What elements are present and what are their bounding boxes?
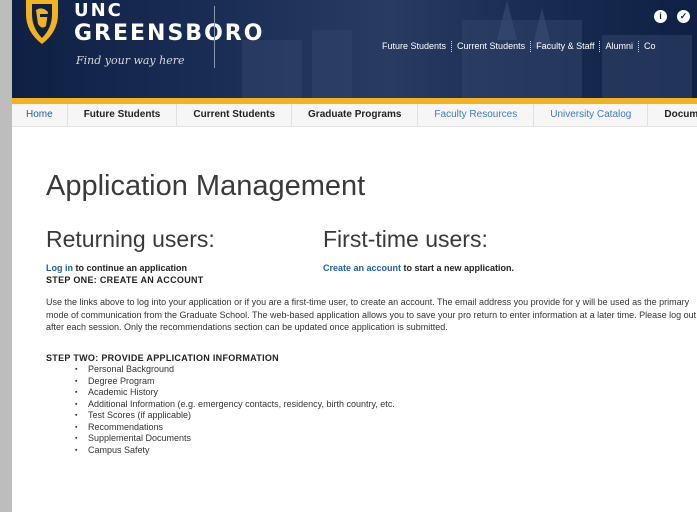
list-item: Campus Safety [75,445,395,457]
list-item: Recommendations [75,422,395,434]
logo-unc-text[interactable]: UNC [74,2,123,20]
main-nav: Home Future Students Current Students Gr… [12,104,697,127]
list-item: Personal Background [75,364,395,376]
list-item: Degree Program [75,376,395,388]
logo-tagline: Find your way here [76,54,185,67]
login-rest-text: to continue an application [73,263,188,273]
nav-university-catalog[interactable]: University Catalog [534,104,647,126]
firsttime-users-heading: First-time users: [323,226,488,252]
step-one-label: STEP ONE: CREATE AN ACCOUNT [46,275,204,285]
login-line: Log in to continue an application [46,263,187,273]
list-item: Supplemental Documents [75,433,395,445]
nav-current-students[interactable]: Current Students [177,104,291,126]
info-icon[interactable]: i [654,10,667,23]
nav-faculty-resources[interactable]: Faculty Resources [418,104,533,126]
step-two-label: STEP TWO: PROVIDE APPLICATION INFORMATIO… [46,353,279,363]
toplink-future-students[interactable]: Future Students [377,41,451,52]
toplink-more[interactable]: Co [639,41,661,52]
page-title: Application Management [46,170,366,202]
list-item: Academic History [75,387,395,399]
application-sections-list: Personal Background Degree Program Acade… [48,364,395,456]
toplink-current-students[interactable]: Current Students [452,41,530,52]
logo-greensboro-text[interactable]: GREENSBORO [74,22,264,46]
toplink-alumni[interactable]: Alumni [600,41,638,52]
left-edge-bar [0,0,12,512]
list-item: Additional Information (e.g. emergency c… [75,399,395,411]
spartan-logo-icon[interactable] [20,0,64,48]
returning-users-heading: Returning users: [46,226,215,252]
nav-documents[interactable]: Docume [648,104,697,126]
nav-home[interactable]: Home [12,104,67,126]
site-header: UNC GREENSBORO Find your way here Future… [12,0,697,100]
instructions-paragraph: Use the links above to log into your app… [46,297,697,332]
logo-divider [214,6,215,68]
create-rest-text: to start a new application. [401,263,515,273]
list-item: Test Scores (if applicable) [75,410,395,422]
top-links: Future Students Current Students Faculty… [377,41,660,52]
nav-future-students[interactable]: Future Students [68,104,177,126]
create-account-link[interactable]: Create an account [323,263,401,273]
nav-graduate-programs[interactable]: Graduate Programs [292,104,417,126]
toplink-faculty-staff[interactable]: Faculty & Staff [531,41,599,52]
login-link[interactable]: Log in [46,263,73,273]
check-icon[interactable]: ✓ [677,10,690,23]
create-account-line: Create an account to start a new applica… [323,263,514,273]
